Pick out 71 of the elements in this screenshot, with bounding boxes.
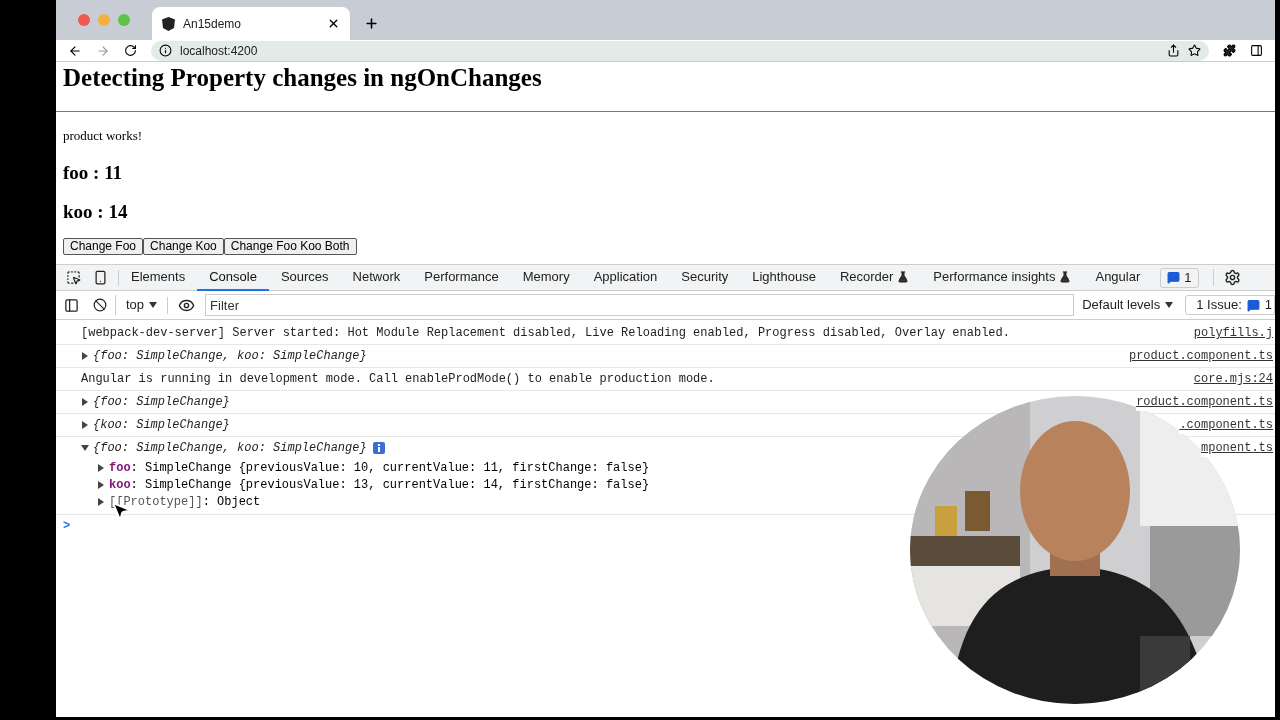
property-value: : SimpleChange {previousValue: 10, currentValue: 11, firstChange: false} <box>130 459 650 477</box>
devtools-tab[interactable]: Performance <box>412 264 511 291</box>
console-message: Angular is running in development mode. Call enableProdMode() to enable production mode. <box>81 371 715 388</box>
console-message: {koo: SimpleChange} <box>93 417 230 434</box>
source-link[interactable]: product.component.ts <box>1128 347 1273 365</box>
devtools-tab[interactable]: Recorder <box>827 264 922 291</box>
info-icon <box>372 442 385 454</box>
source-link[interactable]: core.mjs:24 <box>1193 370 1273 388</box>
devtools-tab[interactable]: Performance insights <box>921 264 1084 291</box>
collapse-arrow-icon[interactable] <box>81 444 89 452</box>
property-value: : SimpleChange {previousValue: 13, currentValue: 14, firstChange: false} <box>130 476 650 494</box>
page-heading: Detecting Property changes in ngOnChanges <box>63 63 543 93</box>
expand-arrow-icon[interactable] <box>81 421 89 429</box>
action-button[interactable]: Change Foo <box>63 237 144 255</box>
expand-arrow-icon[interactable] <box>81 398 89 406</box>
source-link[interactable]: polyfills.j <box>1193 324 1273 342</box>
action-button[interactable]: Change Foo Koo Both <box>223 237 357 255</box>
forward-icon[interactable] <box>96 43 110 58</box>
devtools-tab[interactable]: Security <box>669 264 741 291</box>
property-key: koo <box>109 475 131 494</box>
clear-console-icon[interactable] <box>93 298 107 312</box>
property-key: foo <box>109 458 131 477</box>
devtools-tab[interactable]: Network <box>340 264 413 291</box>
devtools-tab[interactable]: Elements <box>119 264 198 291</box>
console-prompt[interactable]: > <box>63 517 71 535</box>
browser-tab[interactable]: An15demo <box>152 7 350 40</box>
source-link[interactable]: mponent.ts <box>1201 439 1273 457</box>
issues-button[interactable]: 1 <box>1160 267 1199 288</box>
console-message: {foo: SimpleChange, koo: SimpleChange} <box>93 440 367 457</box>
tab-title: An15demo <box>183 15 243 33</box>
value-heading: foo : 11 <box>63 160 124 185</box>
inspect-icon[interactable] <box>66 270 81 285</box>
devtools-tab[interactable]: Memory <box>510 264 582 291</box>
caret-icon <box>1165 302 1174 308</box>
page-message: product works! <box>63 127 144 145</box>
info-icon <box>159 44 172 57</box>
devtools-tab[interactable]: Lighthouse <box>740 264 828 291</box>
console-message: [webpack-dev-server] Server started: Hot Module Replacement disabled, Live Reloading enabled, Progress disabled, Overlay enabled. <box>81 325 1010 342</box>
context-dropdown[interactable]: top <box>115 295 168 315</box>
filter-field[interactable]: Filter <box>205 294 1075 316</box>
devtools-tab[interactable]: Sources <box>268 264 341 291</box>
value-heading: koo : 14 <box>63 199 129 224</box>
levels-dropdown[interactable]: Default levels <box>1074 295 1182 315</box>
address-bar[interactable]: localhost:4200 <box>151 40 1209 61</box>
message-icon <box>1167 271 1181 284</box>
extensions-icon[interactable] <box>1223 44 1236 57</box>
action-button[interactable]: Change Koo <box>143 237 224 255</box>
devtools-tab[interactable]: Application <box>581 264 670 291</box>
source-link[interactable]: .component.ts <box>1179 416 1273 434</box>
console-message: {foo: SimpleChange, koo: SimpleChange} <box>93 348 367 365</box>
reload-icon[interactable] <box>124 44 137 57</box>
sidebar-toggle-icon[interactable] <box>64 297 79 313</box>
close-icon[interactable] <box>327 17 340 30</box>
expand-arrow-icon[interactable] <box>81 352 89 360</box>
shield-logo-icon <box>162 16 175 31</box>
caret-icon <box>149 302 158 308</box>
back-icon[interactable] <box>68 43 82 58</box>
share-icon[interactable] <box>1167 44 1180 57</box>
property-key: [[Prototype]] <box>109 492 203 511</box>
issues-counter[interactable]: 1 Issue: 1 <box>1185 295 1275 315</box>
message-icon <box>1246 298 1260 312</box>
devtools-tab[interactable]: Angular <box>1083 264 1153 291</box>
url-text: localhost:4200 <box>180 42 259 60</box>
device-toolbar-icon[interactable] <box>93 270 108 285</box>
side-panel-icon[interactable] <box>1250 44 1263 57</box>
settings-icon[interactable] <box>1223 269 1241 286</box>
new-tab-icon[interactable] <box>364 16 379 31</box>
star-icon[interactable] <box>1188 44 1201 57</box>
property-value: : Object <box>202 493 261 511</box>
console-message: {foo: SimpleChange} <box>93 394 230 411</box>
source-link[interactable]: roduct.component.ts <box>1136 393 1273 411</box>
